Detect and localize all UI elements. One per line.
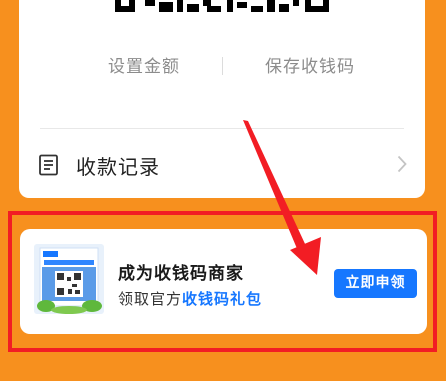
annotation-arrow xyxy=(243,120,321,275)
